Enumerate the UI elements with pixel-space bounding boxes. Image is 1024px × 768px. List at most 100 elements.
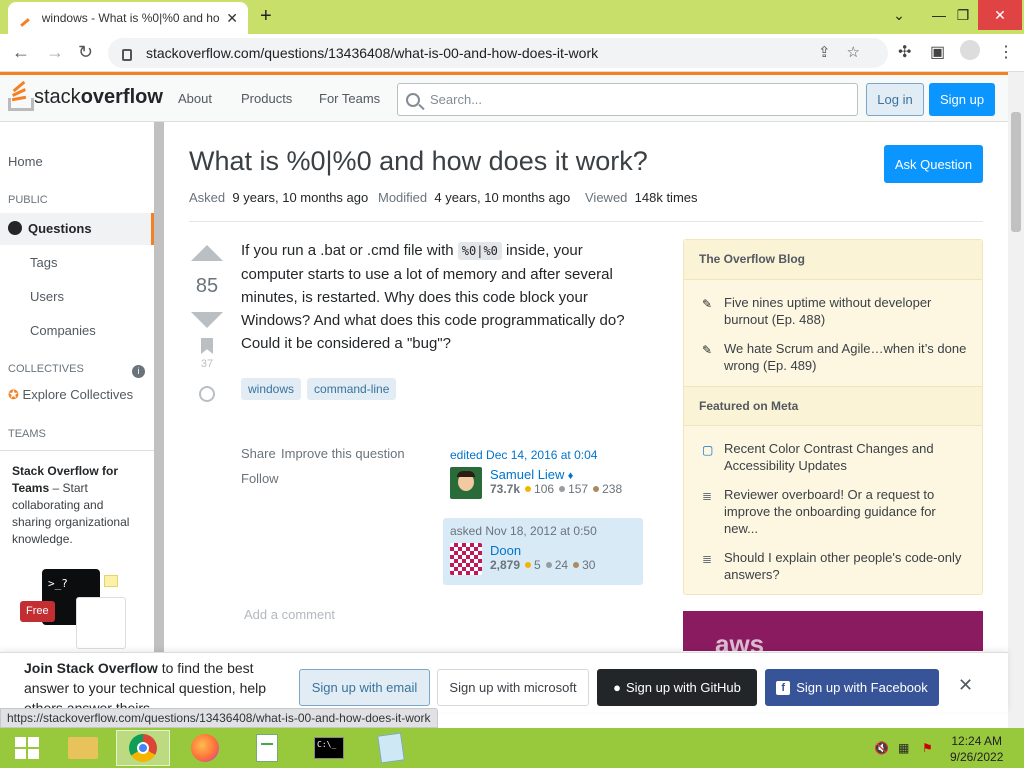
search-icon [406,92,420,107]
sidebar-item-explore-collectives[interactable]: ✪ Explore Collectives [8,387,133,403]
asker-avatar[interactable] [450,543,482,575]
signup-button[interactable]: Sign up [929,83,995,116]
vote-count: 85 [195,275,219,297]
stackoverflow-logo[interactable]: stack overflow [8,80,163,111]
cmd-icon: C:\_ [314,737,344,759]
search-input[interactable]: Search... [397,83,858,116]
editor-avatar[interactable] [450,467,482,499]
logo-text-bold: overflow [80,85,163,108]
add-comment-link[interactable]: Add a comment [244,607,335,622]
volume-muted-icon[interactable]: 🔇 [874,741,889,755]
sidebar-item-home[interactable]: Home [8,154,43,169]
omnibox[interactable]: stackoverflow.com/questions/13436408/wha… [108,38,888,68]
advertisement[interactable]: aws [683,611,983,659]
firefox-icon [191,734,219,762]
taskbar-firefox[interactable] [178,730,232,766]
github-icon: ● [613,680,621,695]
back-icon[interactable]: ← [12,42,30,63]
bookmark-count: 37 [200,358,214,370]
editor-name[interactable]: Samuel Liew [490,467,564,482]
blog-item-2[interactable]: ✎ We hate Scrum and Agile…when it’s done … [702,340,972,374]
taskbar-chrome[interactable] [116,730,170,766]
browser-tab-bar: windows - What is %0|%0 and ho ✕ + ⌄ — ❐… [0,0,1024,34]
sidebar-item-companies[interactable]: Companies [30,323,96,338]
asker-name[interactable]: Doon [490,543,521,558]
share-link[interactable]: Share [241,446,276,461]
site-header: stack overflow About Products For Teams S… [0,72,1008,122]
signup-facebook-button[interactable]: f Sign up with Facebook [765,669,939,706]
url-text[interactable]: stackoverflow.com/questions/13436408/wha… [146,45,598,61]
improve-question-link[interactable]: Improve this question [281,446,405,461]
page-scrollbar[interactable] [1008,72,1024,728]
question-title[interactable]: What is %0|%0 and how does it work? [189,146,648,177]
pencil-icon: ✎ [702,343,713,357]
nav-for-teams[interactable]: For Teams [319,91,380,106]
logo-text-light: stack [34,85,81,108]
left-sidebar: Home PUBLIC Questions Tags Users Compani… [0,122,154,652]
clock-date: 9/26/2022 [950,750,1004,764]
menu-kebab-icon[interactable]: ⋮ [998,42,1014,62]
blog-heading: The Overflow Blog [684,240,982,280]
profile-avatar-icon[interactable] [960,40,980,60]
stack-exchange-icon: ≣ [702,552,713,566]
extensions-puzzle-icon[interactable]: ✣ [898,42,911,62]
sidebar-item-questions[interactable]: Questions [0,213,154,245]
follow-link[interactable]: Follow [241,471,279,486]
asked-meta: Asked 9 years, 10 months ago [189,190,369,205]
close-banner-icon[interactable]: ✕ [958,675,973,696]
side-panel-icon[interactable]: ▣ [930,42,945,62]
meta-item-2[interactable]: ≣ Reviewer overboard! Or a request to imp… [702,486,972,537]
modified-meta: Modified 4 years, 10 months ago [378,190,571,205]
divider [189,221,983,222]
windows-logo-icon [15,737,39,759]
nav-products[interactable]: Products [241,91,292,106]
blog-item-1[interactable]: ✎ Five nines uptime without developer bur… [702,294,972,328]
close-window-icon[interactable]: ✕ [978,0,1022,30]
sidebar-item-tags[interactable]: Tags [30,255,57,270]
minimize-icon[interactable]: — [926,0,952,30]
taskbar-file-explorer[interactable] [56,730,110,766]
upvote-arrow-icon[interactable] [191,245,223,261]
scrollbar-thumb[interactable] [1011,112,1021,232]
teams-illustration: >_? Free [20,569,130,649]
history-icon[interactable] [199,386,215,402]
signup-github-button[interactable]: ● Sign up with GitHub [597,669,757,706]
reload-icon[interactable]: ↻ [78,42,93,63]
signup-email-button[interactable]: Sign up with email [299,669,430,706]
taskbar-notepad[interactable] [364,730,418,766]
editor-reputation: 73.7k 106 157 238 [490,482,623,496]
chrome-icon [129,734,157,762]
start-button[interactable] [0,730,54,766]
tab-close-icon[interactable]: ✕ [226,10,238,27]
taskbar-cmd[interactable]: C:\_ [302,730,356,766]
share-star-icons[interactable]: ⇪☆ [818,43,876,61]
action-center-icon[interactable]: ⚑ [922,741,933,755]
bookmark-icon[interactable] [201,338,213,354]
tab-title: windows - What is %0|%0 and ho [41,11,220,25]
edited-timestamp[interactable]: edited Dec 14, 2016 at 0:04 [450,448,597,462]
sidebar-item-users[interactable]: Users [30,289,64,304]
sidebar-section-public: PUBLIC [8,194,48,206]
system-clock[interactable]: 12:24 AM 9/26/2022 [950,733,1003,765]
meta-heading: Featured on Meta [684,386,982,426]
info-icon[interactable]: i [132,365,145,378]
network-icon[interactable]: ▦ [898,741,909,755]
forward-icon[interactable]: → [46,42,64,63]
tag-windows[interactable]: windows [241,378,302,400]
sidebar-item-questions-label: Questions [28,221,92,236]
login-button[interactable]: Log in [866,83,924,116]
taskbar-notepadpp[interactable] [240,730,294,766]
downvote-arrow-icon[interactable] [191,312,223,328]
nav-about[interactable]: About [178,91,212,106]
ask-question-button[interactable]: Ask Question [884,145,983,183]
restore-icon[interactable]: ❐ [952,0,974,30]
tab-search-chevron-icon[interactable]: ⌄ [884,0,914,30]
browser-tab[interactable]: windows - What is %0|%0 and ho ✕ [8,2,248,34]
signup-microsoft-button[interactable]: Sign up with microsoft [437,669,589,706]
meta-item-3[interactable]: ≣ Should I explain other people's code-on… [702,549,972,583]
search-placeholder: Search... [430,92,483,107]
new-tab-button[interactable]: + [260,5,272,28]
meta-item-1[interactable]: ▢ Recent Color Contrast Changes and Acces… [702,440,972,474]
tag-command-line[interactable]: command-line [307,378,397,400]
stackoverflow-favicon-icon [18,11,32,25]
